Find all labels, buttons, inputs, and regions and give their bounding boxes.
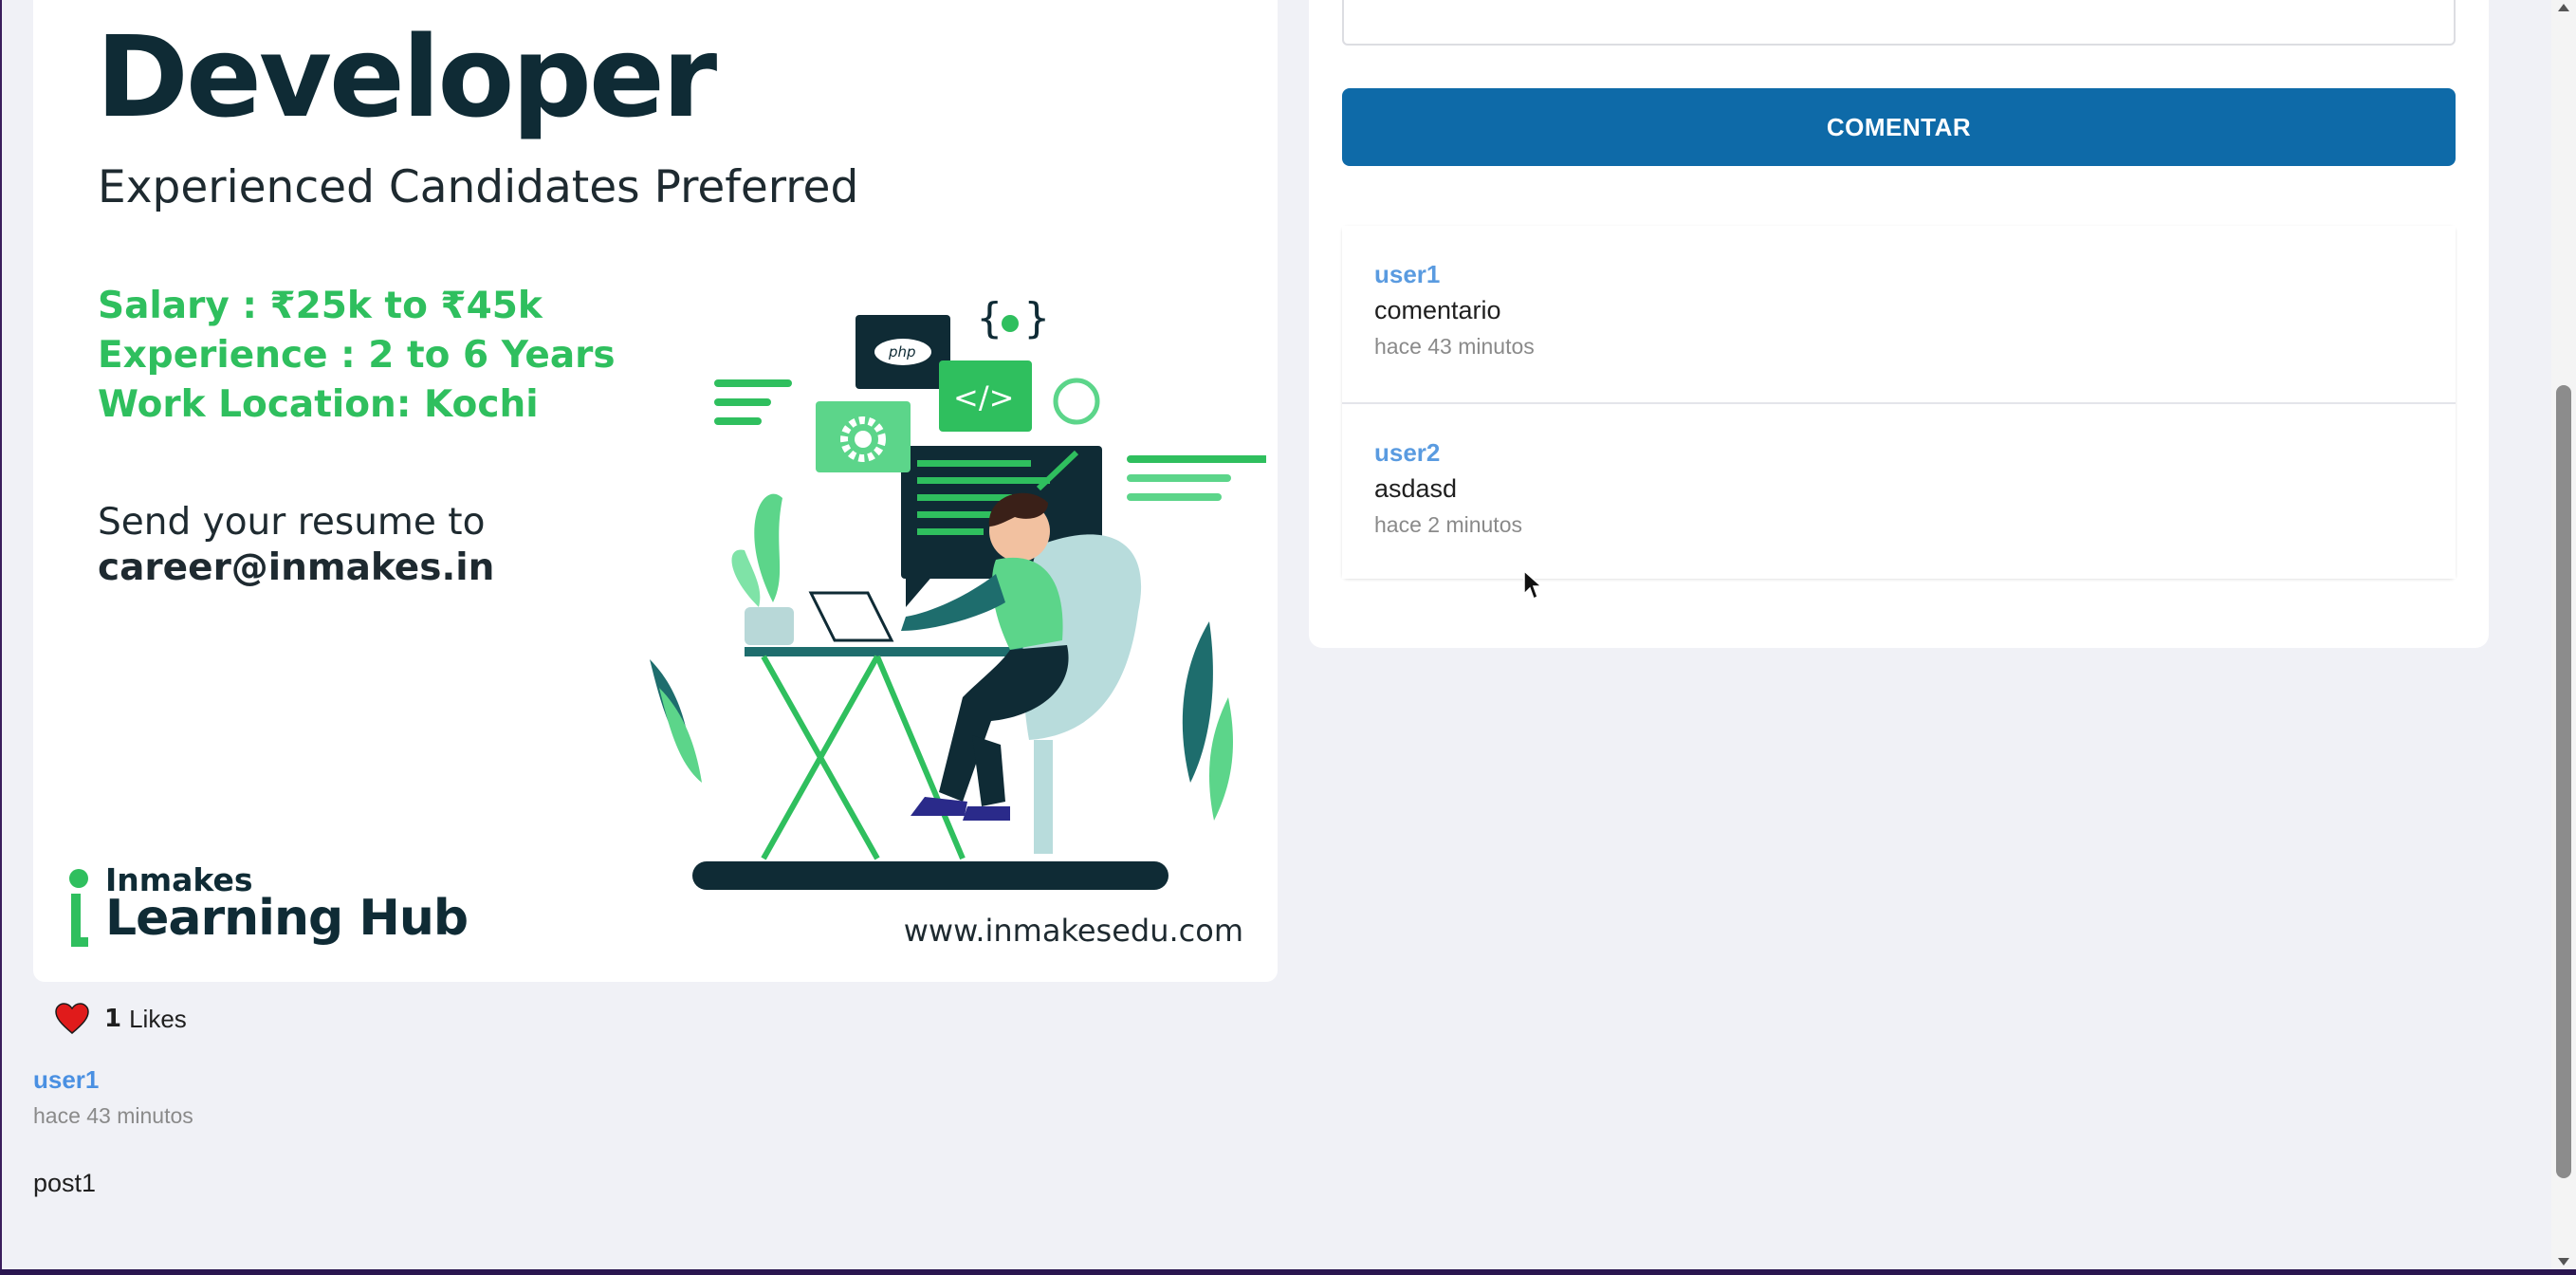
ad-send-resume: Send your resume to — [98, 501, 486, 544]
comment-timestamp: hace 2 minutos — [1374, 512, 1522, 537]
heart-icon[interactable] — [55, 1003, 89, 1035]
comment-submit-button[interactable]: COMENTAR — [1342, 88, 2456, 166]
ad-location: Work Location: Kochi — [98, 383, 539, 426]
scrollbar-thumb[interactable] — [2556, 385, 2571, 1178]
ad-title: Developer — [96, 11, 717, 142]
likes-count: 1 — [104, 1005, 122, 1033]
code-tag-text: </> — [953, 379, 1014, 416]
svg-text:}: } — [1024, 294, 1050, 342]
likes-label: Likes — [129, 1004, 187, 1033]
logo-mark-icon — [69, 869, 88, 947]
comment-text: comentario — [1374, 296, 1501, 324]
comment-item: user1 comentario hace 43 minutos — [1342, 226, 2456, 402]
comment-timestamp: hace 43 minutos — [1374, 334, 1535, 359]
ad-experience: Experience : 2 to 6 Years — [98, 334, 616, 377]
scroll-down-arrow-icon[interactable] — [2558, 1258, 2569, 1266]
comment-list: user1 comentario hace 43 minutos user2 a… — [1342, 226, 2456, 579]
ad-salary: Salary : ₹25k to ₹45k — [98, 285, 543, 327]
ad-subtitle: Experienced Candidates Preferred — [98, 161, 859, 213]
comment-user-link[interactable]: user1 — [1374, 260, 1440, 289]
comment-text: asdasd — [1374, 474, 1458, 503]
window-left-border — [0, 0, 2, 1275]
comment-item: user2 asdasd hace 2 minutos — [1342, 402, 2456, 579]
comments-panel: COMENTAR user1 comentario hace 43 minuto… — [1309, 0, 2489, 648]
post-timestamp: hace 43 minutos — [33, 1103, 193, 1128]
svg-text:{: { — [977, 294, 1003, 342]
likes-row: 1 Likes — [55, 1003, 187, 1035]
comment-textarea[interactable] — [1342, 0, 2456, 46]
scroll-up-arrow-icon[interactable] — [2558, 4, 2569, 11]
post-author-link[interactable]: user1 — [33, 1065, 99, 1095]
post-image: Developer Experienced Candidates Preferr… — [33, 0, 1278, 982]
php-badge-text: php — [888, 343, 916, 360]
logo-big-text: Learning Hub — [105, 890, 469, 947]
developer-illustration: php </> { } — [650, 294, 1266, 890]
post-text: post1 — [33, 1169, 97, 1197]
ad-website: www.inmakesedu.com — [903, 913, 1243, 949]
mouse-cursor-icon — [1523, 569, 1543, 601]
vertical-scrollbar[interactable] — [2551, 0, 2576, 1269]
ad-email: career@inmakes.in — [98, 546, 495, 589]
comment-user-link[interactable]: user2 — [1374, 438, 1440, 468]
window-bottom-border — [0, 1269, 2576, 1275]
